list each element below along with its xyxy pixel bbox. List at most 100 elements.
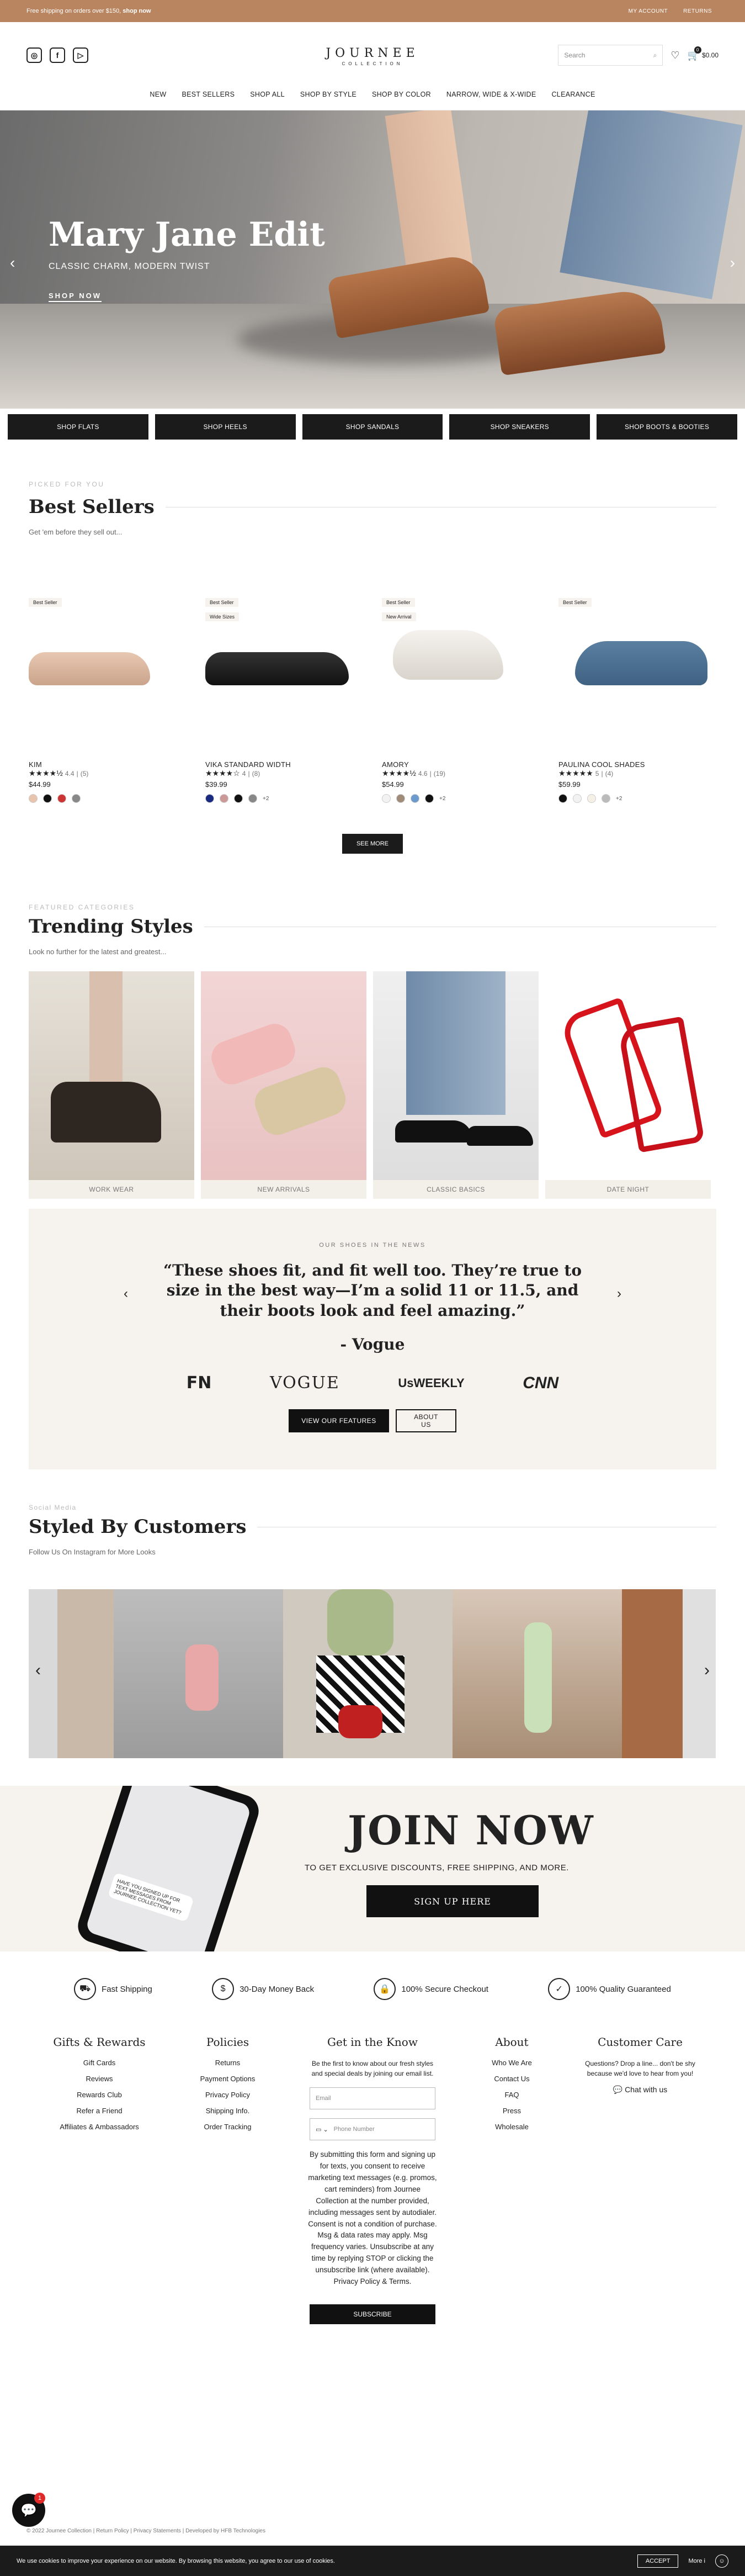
nav-best-sellers[interactable]: BEST SELLERS <box>182 91 235 98</box>
shop-boots-button[interactable]: SHOP BOOTS & BOOTIES <box>597 414 737 440</box>
ig-prev-arrow-icon[interactable]: ‹ <box>35 1661 41 1680</box>
footer-link[interactable]: Wholesale <box>476 2123 548 2131</box>
product-name[interactable]: PAULINA COOL SHADES <box>558 760 716 769</box>
product-name[interactable]: AMORY <box>382 760 540 769</box>
shop-flats-button[interactable]: SHOP FLATS <box>8 414 148 440</box>
instagram-post[interactable] <box>57 1589 114 1758</box>
search-icon[interactable]: ⌕ <box>653 51 657 60</box>
returns-link[interactable]: RETURNS <box>683 8 712 14</box>
chat-with-us-link[interactable]: 💬 Chat with us <box>579 2085 701 2094</box>
color-swatch[interactable] <box>72 794 81 803</box>
nav-shop-by-style[interactable]: SHOP BY STYLE <box>300 91 356 98</box>
press-prev-arrow-icon[interactable]: ‹ <box>124 1286 128 1302</box>
footer-link[interactable]: Gift Cards <box>44 2059 155 2067</box>
product-image[interactable]: Best Seller <box>558 597 716 757</box>
product-name[interactable]: VIKA STANDARD WIDTH <box>205 760 363 769</box>
product-image[interactable]: Best Seller <box>29 597 187 757</box>
us-flag-icon[interactable]: ▭ ⌄ <box>316 2126 328 2133</box>
see-more-button[interactable]: SEE MORE <box>342 834 403 854</box>
footer-link[interactable]: Payment Options <box>187 2075 269 2083</box>
nav-widths[interactable]: NARROW, WIDE & X-WIDE <box>446 91 536 98</box>
instagram-post[interactable] <box>683 1589 716 1758</box>
product-card[interactable]: Best Seller New Arrival AMORY ★★★★½ 4.6 |(… <box>382 597 540 803</box>
instagram-post[interactable] <box>622 1589 683 1758</box>
facebook-icon[interactable]: f <box>50 47 65 63</box>
category-card-work-wear[interactable]: WORK WEAR <box>29 971 194 1199</box>
color-swatch[interactable] <box>205 794 214 803</box>
footer-link[interactable]: Rewards Club <box>44 2091 155 2099</box>
color-swatch[interactable] <box>411 794 419 803</box>
footer-link[interactable]: Privacy Policy <box>187 2091 269 2099</box>
footer-link[interactable]: Shipping Info. <box>187 2107 269 2115</box>
cookie-accept-button[interactable]: ACCEPT <box>637 2554 679 2568</box>
product-card[interactable]: Best Seller PAULINA COOL SHADES ★★★★★ 5 |(… <box>558 597 716 803</box>
shop-heels-button[interactable]: SHOP HEELS <box>155 414 296 440</box>
instagram-post[interactable] <box>114 1589 283 1758</box>
search-input[interactable]: Search ⌕ <box>558 45 663 66</box>
color-swatch[interactable] <box>57 794 66 803</box>
wishlist-icon[interactable]: ♡ <box>670 50 679 61</box>
footer-link[interactable]: Order Tracking <box>187 2123 269 2131</box>
instagram-post[interactable] <box>453 1589 622 1758</box>
color-swatch[interactable] <box>248 794 257 803</box>
subscribe-button[interactable]: SUBSCRIBE <box>310 2304 435 2325</box>
ig-next-arrow-icon[interactable]: › <box>704 1661 710 1680</box>
cookie-more-info-link[interactable]: More i <box>688 2558 705 2564</box>
cart-button[interactable]: 🛒 0 $0.00 <box>688 46 719 61</box>
product-image[interactable]: Best Seller New Arrival <box>382 597 540 757</box>
product-card[interactable]: Best Seller Wide Sizes VIKA STANDARD WID… <box>205 597 363 803</box>
footer-link[interactable]: Press <box>476 2107 548 2115</box>
shop-sandals-button[interactable]: SHOP SANDALS <box>302 414 443 440</box>
category-card-classic-basics[interactable]: CLASSIC BASICS <box>373 971 539 1199</box>
my-account-link[interactable]: MY ACCOUNT <box>629 8 668 14</box>
color-swatch[interactable] <box>234 794 243 803</box>
view-features-button[interactable]: VIEW OUR FEATURES <box>289 1409 389 1433</box>
more-colors[interactable]: +2 <box>616 796 622 802</box>
nav-shop-all[interactable]: SHOP ALL <box>250 91 285 98</box>
footer-link[interactable]: Affiliates & Ambassadors <box>44 2123 155 2131</box>
instagram-icon[interactable]: ◎ <box>26 47 42 63</box>
hero-banner[interactable]: Mary Jane Edit CLASSIC CHARM, MODERN TWI… <box>0 110 745 409</box>
color-swatch[interactable] <box>587 794 596 803</box>
color-swatch[interactable] <box>382 794 391 803</box>
color-swatch[interactable] <box>602 794 610 803</box>
footer-link[interactable]: Returns <box>187 2059 269 2067</box>
site-logo[interactable]: JOURNEE COLLECTION <box>326 46 419 66</box>
hero-next-arrow-icon[interactable]: › <box>730 254 735 272</box>
youtube-icon[interactable]: ▷ <box>73 47 88 63</box>
product-image[interactable]: Best Seller Wide Sizes <box>205 597 363 757</box>
nav-shop-by-color[interactable]: SHOP BY COLOR <box>372 91 431 98</box>
email-field[interactable]: Email <box>310 2087 435 2109</box>
footer-link[interactable]: Refer a Friend <box>44 2107 155 2115</box>
press-next-arrow-icon[interactable]: › <box>617 1286 621 1302</box>
footer-link[interactable]: FAQ <box>476 2091 548 2099</box>
nav-new[interactable]: NEW <box>150 91 166 98</box>
product-name[interactable]: KIM <box>29 760 187 769</box>
instagram-post[interactable] <box>283 1589 453 1758</box>
hero-prev-arrow-icon[interactable]: ‹ <box>10 254 15 272</box>
chat-launcher-button[interactable]: 💬 1 <box>12 2493 45 2527</box>
footer-link[interactable]: Who We Are <box>476 2059 548 2067</box>
shop-sneakers-button[interactable]: SHOP SNEAKERS <box>449 414 590 440</box>
accessibility-icon[interactable]: ☺ <box>715 2554 728 2568</box>
phone-field[interactable]: ▭ ⌄ Phone Number <box>310 2118 435 2140</box>
color-swatch[interactable] <box>558 794 567 803</box>
color-swatch[interactable] <box>425 794 434 803</box>
nav-clearance[interactable]: CLEARANCE <box>551 91 595 98</box>
product-card[interactable]: Best Seller KIM ★★★★½ 4.4 | (5) $44.99 <box>29 597 187 803</box>
hero-shop-now-link[interactable]: SHOP NOW <box>49 292 102 302</box>
shop-now-link[interactable]: shop now <box>123 8 151 14</box>
footer-link[interactable]: Reviews <box>44 2075 155 2083</box>
instagram-post[interactable] <box>29 1589 57 1758</box>
category-card-new-arrivals[interactable]: NEW ARRIVALS <box>201 971 366 1199</box>
color-swatch[interactable] <box>220 794 228 803</box>
sign-up-button[interactable]: SIGN UP HERE <box>366 1885 539 1917</box>
about-us-button[interactable]: ABOUT US <box>396 1409 456 1433</box>
color-swatch[interactable] <box>29 794 38 803</box>
footer-link[interactable]: Contact Us <box>476 2075 548 2083</box>
more-colors[interactable]: +2 <box>439 796 445 802</box>
color-swatch[interactable] <box>396 794 405 803</box>
color-swatch[interactable] <box>573 794 582 803</box>
color-swatch[interactable] <box>43 794 52 803</box>
more-colors[interactable]: +2 <box>263 796 269 802</box>
